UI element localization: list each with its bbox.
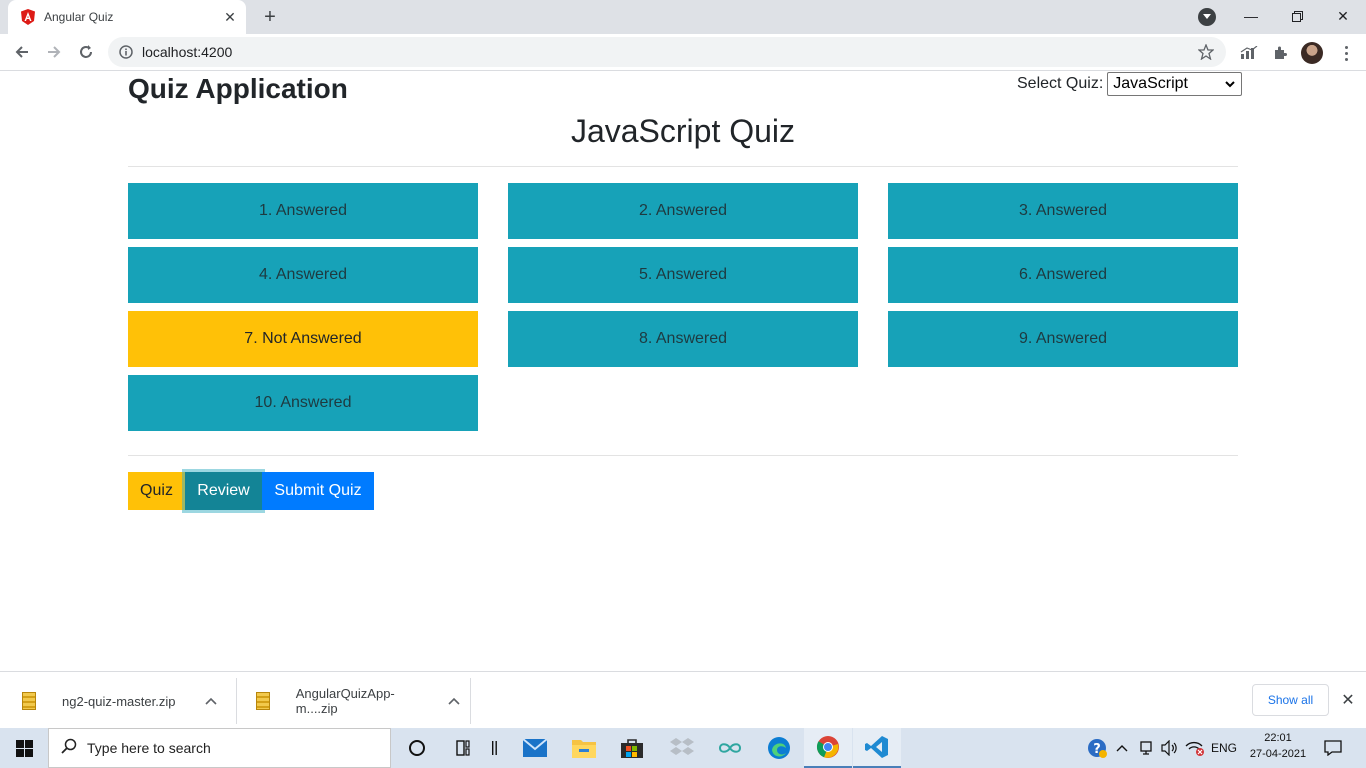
question-label: 10. Answered	[254, 394, 352, 411]
question-label: 9. Answered	[1018, 330, 1108, 347]
question-label: 3. Answered	[1018, 202, 1108, 219]
clock-time: 22:01	[1264, 732, 1292, 744]
menu-icon[interactable]	[1336, 42, 1356, 64]
zip-file-icon	[22, 692, 36, 710]
question-button-3[interactable]: 3. Answered	[888, 183, 1238, 239]
question-label: 5. Answered	[638, 266, 728, 283]
question-label: 4. Answered	[258, 266, 348, 283]
question-label: 7. Not Answered	[244, 330, 362, 347]
taskbar-search-input[interactable]: Type here to search	[48, 728, 391, 768]
close-download-bar-icon[interactable]: ✕	[1338, 690, 1358, 710]
divider	[236, 678, 237, 724]
divider	[470, 678, 471, 724]
review-button[interactable]: Review	[185, 472, 262, 510]
search-placeholder: Type here to search	[87, 740, 211, 756]
file-explorer-icon[interactable]	[560, 728, 608, 768]
extensions-icon[interactable]	[1268, 41, 1292, 65]
volume-icon[interactable]	[1159, 728, 1181, 768]
question-label: 1. Answered	[258, 202, 348, 219]
close-tab-icon[interactable]: ✕	[220, 7, 240, 27]
page-title: Quiz Application	[128, 73, 348, 104]
divider	[128, 166, 1238, 167]
zip-file-icon	[256, 692, 270, 710]
question-button-9[interactable]: 9. Answered	[888, 311, 1238, 367]
info-icon[interactable]	[118, 44, 134, 60]
language-indicator[interactable]: ENG	[1208, 728, 1240, 768]
cortana-icon[interactable]	[393, 728, 441, 768]
question-button-7[interactable]: 7. Not Answered	[128, 311, 478, 367]
quiz-select[interactable]: JavaScript	[1107, 72, 1243, 96]
windows-taskbar: Type here to search ? ENG 22:01 27-04-20…	[0, 728, 1366, 768]
select-quiz-label: Select Quiz:	[1017, 75, 1104, 92]
infinity-app-icon[interactable]	[706, 728, 754, 768]
question-button-10[interactable]: 10. Answered	[128, 375, 478, 431]
chevron-up-icon[interactable]	[1112, 728, 1132, 768]
question-button-6[interactable]: 6. Answered	[888, 247, 1238, 303]
mail-icon[interactable]	[511, 728, 559, 768]
download-filename: ng2-quiz-master.zip	[62, 693, 176, 709]
tab-strip: Angular Quiz ✕ + — ✕	[0, 0, 1366, 34]
search-icon	[61, 738, 77, 759]
url-text[interactable]: localhost:4200	[142, 44, 1196, 60]
minimize-icon[interactable]: —	[1228, 0, 1274, 32]
submit-quiz-button[interactable]: Submit Quiz	[262, 472, 374, 510]
quiz-select-value: JavaScript	[1113, 75, 1188, 92]
chevron-up-icon[interactable]	[205, 694, 218, 708]
edge-icon[interactable]	[755, 728, 803, 768]
close-window-icon[interactable]: ✕	[1320, 0, 1366, 32]
download-filename: AngularQuizApp-m....zip	[295, 686, 395, 716]
question-label: 2. Answered	[638, 202, 728, 219]
notification-icon[interactable]	[1320, 728, 1346, 768]
new-tab-icon[interactable]: +	[258, 5, 282, 29]
back-icon[interactable]	[8, 38, 36, 66]
download-bar: ng2-quiz-master.zip AngularQuizApp-m....…	[0, 671, 1366, 728]
download-item[interactable]: ng2-quiz-master.zip	[22, 678, 226, 724]
tab-search-icon[interactable]	[1198, 8, 1216, 26]
dropbox-icon[interactable]	[658, 728, 706, 768]
question-button-4[interactable]: 4. Answered	[128, 247, 478, 303]
help-icon[interactable]: ?	[1084, 728, 1110, 768]
chevron-down-icon	[1225, 75, 1235, 93]
question-button-5[interactable]: 5. Answered	[508, 247, 858, 303]
chrome-icon[interactable]	[804, 728, 852, 768]
question-button-2[interactable]: 2. Answered	[508, 183, 858, 239]
clock-date: 27-04-2021	[1249, 748, 1307, 760]
vscode-icon[interactable]	[853, 728, 901, 768]
question-button-1[interactable]: 1. Answered	[128, 183, 478, 239]
clock[interactable]: 22:01 27-04-2021	[1248, 730, 1308, 762]
reload-icon[interactable]	[72, 38, 100, 66]
angular-icon	[20, 9, 36, 25]
quiz-selector: Select Quiz: JavaScript	[1017, 72, 1243, 96]
windows-start-icon[interactable]	[0, 728, 48, 768]
restore-icon[interactable]	[1274, 0, 1320, 32]
page-content: Quiz Application Select Quiz: JavaScript…	[0, 71, 1366, 671]
question-button-8[interactable]: 8. Answered	[508, 311, 858, 367]
chevron-up-icon[interactable]	[448, 694, 460, 708]
network-disconnected-icon[interactable]	[1183, 728, 1207, 768]
browser-tab[interactable]: Angular Quiz ✕	[8, 0, 246, 34]
profile-avatar[interactable]	[1301, 42, 1323, 64]
quiz-heading: JavaScript Quiz	[570, 113, 796, 149]
performance-icon[interactable]	[1237, 41, 1261, 65]
browser-toolbar: localhost:4200	[0, 34, 1366, 71]
question-label: 8. Answered	[638, 330, 728, 347]
divider	[128, 455, 1238, 456]
store-icon[interactable]	[608, 728, 656, 768]
tab-title: Angular Quiz	[44, 10, 114, 24]
bookmark-star-icon[interactable]	[1196, 42, 1216, 62]
download-item[interactable]: AngularQuizApp-m....zip	[256, 678, 460, 724]
forward-icon[interactable]	[40, 38, 68, 66]
show-all-button[interactable]: Show all	[1252, 684, 1329, 716]
device-icon[interactable]	[1135, 728, 1157, 768]
quiz-button[interactable]: Quiz	[128, 472, 185, 510]
question-label: 6. Answered	[1018, 266, 1108, 283]
address-bar[interactable]: localhost:4200	[108, 37, 1226, 67]
